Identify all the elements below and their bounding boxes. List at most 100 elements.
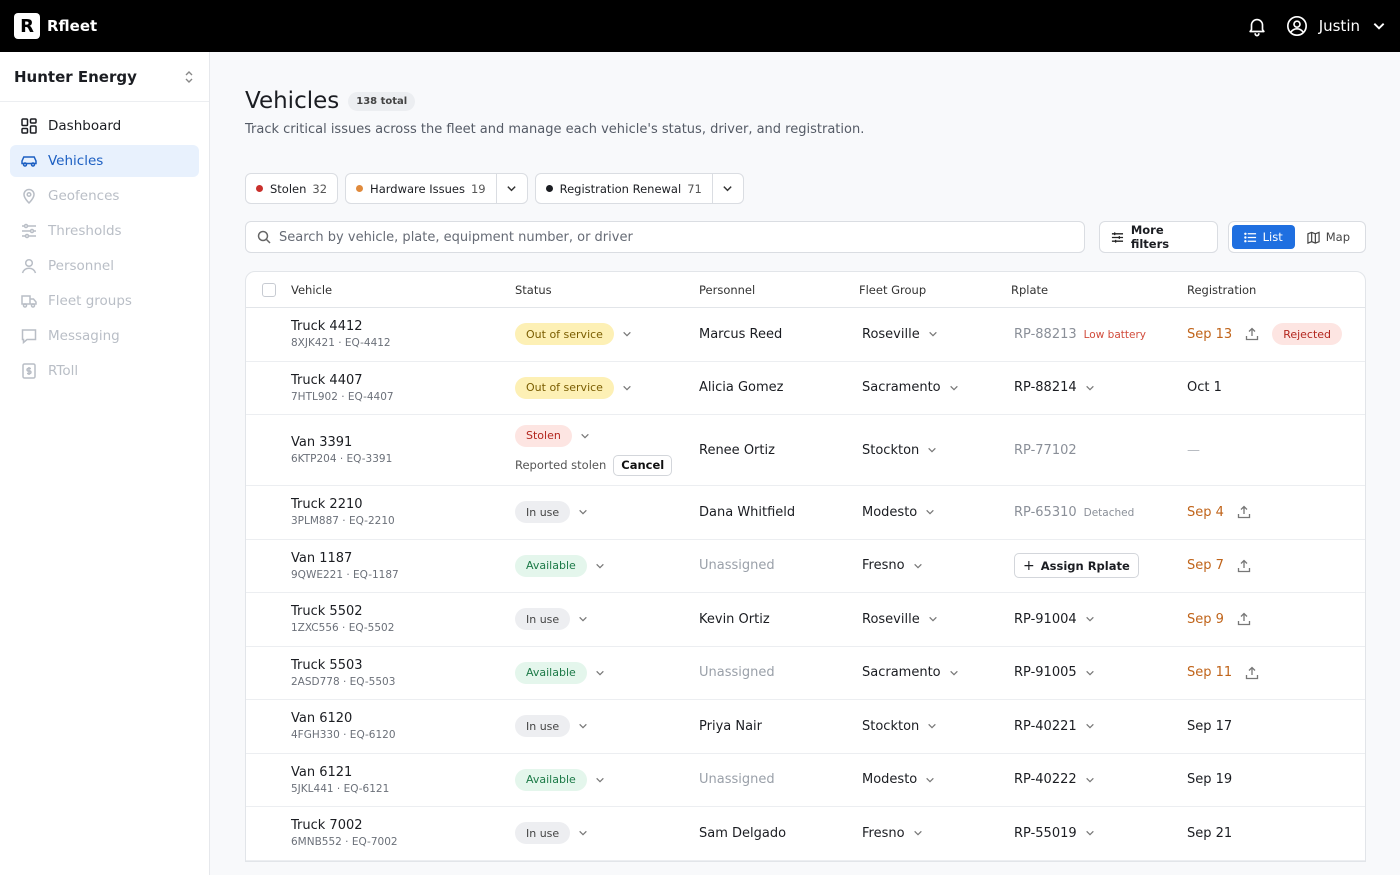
table-row[interactable]: Van 1187 9QWE221 · EQ-1187 Available Unassi… bbox=[246, 540, 1365, 593]
fleet-group-dropdown[interactable]: Stockton bbox=[862, 443, 937, 458]
fleet-group-dropdown[interactable]: Roseville bbox=[862, 327, 938, 342]
status-badge[interactable]: Stolen bbox=[515, 424, 572, 447]
cancel-stolen-button[interactable]: Cancel bbox=[613, 454, 673, 476]
fleet-group-dropdown[interactable]: Roseville bbox=[862, 612, 938, 627]
chip-dropdown-button[interactable] bbox=[495, 174, 527, 203]
fleet-group-dropdown[interactable]: Fresno bbox=[862, 558, 923, 573]
status-badge[interactable]: Out of service bbox=[515, 323, 614, 346]
sidebar-item-personnel[interactable]: Personnel bbox=[10, 250, 199, 282]
personnel-name[interactable]: Marcus Reed bbox=[699, 327, 782, 342]
rplate-dropdown[interactable]: RP-88214 bbox=[1014, 380, 1095, 395]
more-filters-button[interactable]: More filters bbox=[1098, 221, 1218, 253]
select-all-checkbox[interactable] bbox=[261, 282, 276, 297]
vehicle-name[interactable]: Truck 7002 bbox=[291, 818, 515, 833]
bell-icon[interactable] bbox=[1246, 15, 1268, 37]
fleet-group-dropdown[interactable]: Stockton bbox=[862, 719, 937, 734]
upload-icon[interactable] bbox=[1237, 559, 1251, 573]
vehicle-name[interactable]: Van 6120 bbox=[291, 711, 515, 726]
sidebar-item-label: Geofences bbox=[48, 188, 120, 204]
chevron-down-icon[interactable] bbox=[1372, 19, 1386, 33]
rplate-dropdown[interactable]: RP-55019 bbox=[1014, 826, 1095, 841]
table-row[interactable]: Van 3391 6KTP204 · EQ-3391 Stolen Reported … bbox=[246, 415, 1365, 486]
table-row[interactable]: Truck 2210 3PLM887 · EQ-2210 In use Dana Wh… bbox=[246, 486, 1365, 540]
chip-registration-renewal[interactable]: Registration Renewal 71 bbox=[534, 173, 744, 204]
view-list-button[interactable]: List bbox=[1231, 225, 1295, 249]
status-badge[interactable]: In use bbox=[515, 822, 571, 845]
sidebar-item-messaging[interactable]: Messaging bbox=[10, 320, 199, 352]
user-name[interactable]: Justin bbox=[1319, 17, 1360, 35]
fleet-group-dropdown[interactable]: Modesto bbox=[862, 505, 935, 520]
rplate-dropdown[interactable]: RP-91005 bbox=[1014, 665, 1095, 680]
column-header-rplate[interactable]: Rplate bbox=[1011, 283, 1187, 297]
logo-icon[interactable]: R bbox=[14, 13, 40, 39]
chevron-down-icon bbox=[1085, 831, 1094, 836]
vehicle-name[interactable]: Van 6121 bbox=[291, 765, 515, 780]
status-badge[interactable]: Available bbox=[515, 661, 587, 684]
chevron-down-icon bbox=[507, 186, 516, 192]
personnel-name[interactable]: Unassigned bbox=[699, 772, 775, 787]
column-header-vehicle[interactable]: Vehicle bbox=[291, 283, 515, 297]
fleet-group-dropdown[interactable]: Sacramento bbox=[862, 380, 959, 395]
sidebar-item-rtoll[interactable]: RToll bbox=[10, 355, 199, 387]
sidebar-item-geofences[interactable]: Geofences bbox=[10, 180, 199, 212]
vehicle-name[interactable]: Truck 2210 bbox=[291, 497, 515, 512]
user-avatar-icon[interactable] bbox=[1286, 15, 1308, 37]
column-header-status[interactable]: Status bbox=[515, 283, 699, 297]
vehicle-name[interactable]: Van 1187 bbox=[291, 551, 515, 566]
org-switcher[interactable]: Hunter Energy bbox=[0, 52, 209, 102]
vehicle-name[interactable]: Truck 4412 bbox=[291, 319, 515, 334]
status-badge[interactable]: In use bbox=[515, 608, 571, 631]
vehicle-name[interactable]: Truck 4407 bbox=[291, 373, 515, 388]
table-row[interactable]: Truck 4407 7HTL902 · EQ-4407 Out of servic… bbox=[246, 362, 1365, 415]
table-row[interactable]: Truck 5503 2ASD778 · EQ-5503 Available Unas… bbox=[246, 647, 1365, 700]
table-row[interactable]: Truck 7002 6MNB552 · EQ-7002 In use Sam Del… bbox=[246, 807, 1365, 861]
personnel-name[interactable]: Kevin Ortiz bbox=[699, 612, 770, 627]
personnel-name[interactable]: Unassigned bbox=[699, 558, 775, 573]
table-row[interactable]: Truck 5502 1ZXC556 · EQ-5502 In use Kevin O… bbox=[246, 593, 1365, 647]
column-header-registration[interactable]: Registration bbox=[1187, 283, 1365, 297]
upload-icon[interactable] bbox=[1245, 666, 1259, 680]
personnel-name[interactable]: Alicia Gomez bbox=[699, 380, 784, 395]
assign-rplate-button[interactable]: + Assign Rplate bbox=[1014, 553, 1139, 579]
column-header-fleet-group[interactable]: Fleet Group bbox=[859, 283, 1011, 297]
chip-stolen[interactable]: Stolen 32 bbox=[245, 173, 339, 204]
sidebar-item-fleet-groups[interactable]: Fleet groups bbox=[10, 285, 199, 317]
table-row[interactable]: Van 6120 4FGH330 · EQ-6120 In use Priya Nai… bbox=[246, 700, 1365, 754]
table-row[interactable]: Truck 4412 8XJK421 · EQ-4412 Out of servic… bbox=[246, 308, 1365, 362]
more-filters-label: More filters bbox=[1130, 223, 1170, 251]
personnel-name[interactable]: Dana Whitfield bbox=[699, 505, 795, 520]
column-header-personnel[interactable]: Personnel bbox=[699, 283, 859, 297]
search-input[interactable] bbox=[279, 229, 1073, 245]
status-badge[interactable]: In use bbox=[515, 501, 571, 524]
sidebar-item-thresholds[interactable]: Thresholds bbox=[10, 215, 199, 247]
vehicle-name[interactable]: Truck 5503 bbox=[291, 658, 515, 673]
rplate-dropdown[interactable]: RP-40222 bbox=[1014, 772, 1095, 787]
fleet-group-value: Sacramento bbox=[862, 665, 941, 681]
personnel-name[interactable]: Renee Ortiz bbox=[699, 443, 775, 458]
table-row[interactable]: Van 6121 5JKL441 · EQ-6121 Available Unassi… bbox=[246, 754, 1365, 807]
sidebar-item-dashboard[interactable]: Dashboard bbox=[10, 110, 199, 142]
rplate-status: Detached bbox=[1083, 506, 1135, 519]
upload-icon[interactable] bbox=[1237, 505, 1251, 519]
personnel-name[interactable]: Priya Nair bbox=[699, 719, 762, 734]
upload-icon[interactable] bbox=[1245, 327, 1259, 341]
fleet-group-dropdown[interactable]: Modesto bbox=[862, 772, 935, 787]
rplate-dropdown[interactable]: RP-91004 bbox=[1014, 612, 1095, 627]
status-badge[interactable]: Out of service bbox=[515, 376, 614, 399]
vehicle-name[interactable]: Van 3391 bbox=[291, 435, 515, 450]
view-map-button[interactable]: Map bbox=[1295, 225, 1362, 249]
status-badge[interactable]: Available bbox=[515, 554, 587, 577]
chip-dropdown-button[interactable] bbox=[711, 174, 743, 203]
status-dot bbox=[356, 185, 364, 192]
sidebar-item-vehicles[interactable]: Vehicles bbox=[10, 145, 199, 177]
rplate-dropdown[interactable]: RP-40221 bbox=[1014, 719, 1095, 734]
personnel-name[interactable]: Sam Delgado bbox=[699, 826, 786, 841]
vehicle-name[interactable]: Truck 5502 bbox=[291, 604, 515, 619]
fleet-group-dropdown[interactable]: Sacramento bbox=[862, 665, 959, 680]
upload-icon[interactable] bbox=[1237, 612, 1251, 626]
chip-hardware-issues[interactable]: Hardware Issues 19 bbox=[345, 173, 528, 204]
fleet-group-dropdown[interactable]: Fresno bbox=[862, 826, 923, 841]
status-badge[interactable]: Available bbox=[515, 768, 587, 791]
personnel-name[interactable]: Unassigned bbox=[699, 665, 775, 680]
status-badge[interactable]: In use bbox=[515, 715, 571, 738]
